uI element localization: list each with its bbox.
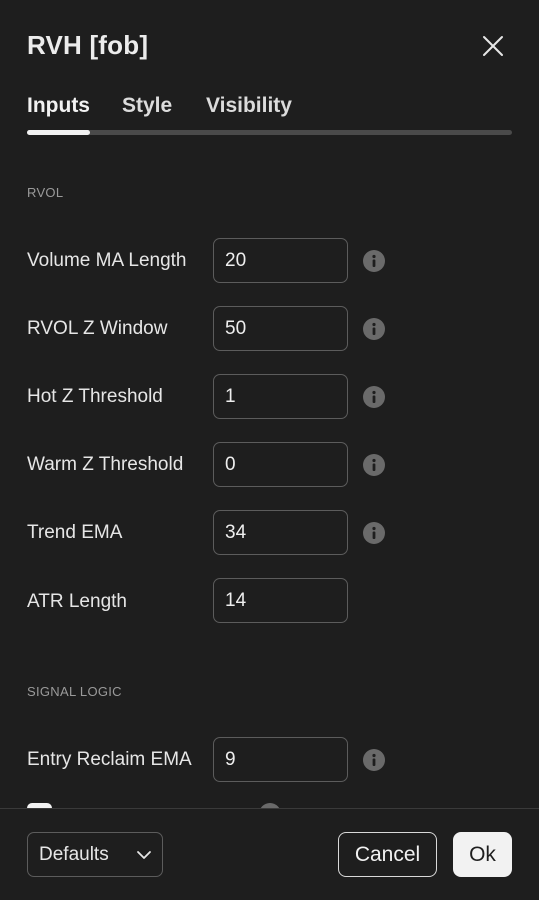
warm-z-threshold-input-box — [213, 442, 348, 487]
tab-track — [27, 130, 512, 135]
row-label-rvol-z-window: RVOL Z Window — [27, 318, 168, 339]
entry-reclaim-ema-input[interactable] — [214, 738, 347, 781]
defaults-dropdown[interactable]: Defaults — [27, 832, 163, 877]
info-icon[interactable] — [363, 250, 385, 272]
dialog-title: RVH [fob] — [27, 30, 149, 60]
indicator-settings-dialog: RVH [fob] Inputs Style Visibility RVOL V… — [0, 0, 539, 900]
rvol-z-window-input-box — [213, 306, 348, 351]
row-label-entry-reclaim-ema: Entry Reclaim EMA — [27, 749, 192, 770]
tab-visibility[interactable]: Visibility — [206, 94, 292, 118]
row-label-warm-z-threshold: Warm Z Threshold — [27, 454, 184, 475]
row-label-trend-ema: Trend EMA — [27, 522, 123, 543]
volume-ma-length-input-box — [213, 238, 348, 283]
active-tab-indicator — [27, 130, 90, 135]
trend-ema-input[interactable] — [214, 511, 347, 554]
atr-length-input[interactable] — [214, 579, 347, 622]
ok-button[interactable]: Ok — [453, 832, 512, 877]
info-icon[interactable] — [363, 522, 385, 544]
hot-z-threshold-input[interactable] — [214, 375, 347, 418]
row-label-hot-z-threshold: Hot Z Threshold — [27, 386, 163, 407]
hot-z-threshold-input-box — [213, 374, 348, 419]
close-icon — [483, 36, 503, 56]
tab-style[interactable]: Style — [122, 94, 172, 118]
info-icon[interactable] — [363, 749, 385, 771]
atr-length-input-box — [213, 578, 348, 623]
cancel-button[interactable]: Cancel — [338, 832, 437, 877]
info-icon[interactable] — [363, 318, 385, 340]
section-header-rvol: RVOL — [27, 185, 64, 200]
row-label-volume-ma-length: Volume MA Length — [27, 250, 187, 271]
entry-reclaim-ema-input-box — [213, 737, 348, 782]
chevron-down-icon — [137, 851, 151, 859]
info-icon[interactable] — [363, 386, 385, 408]
close-button[interactable] — [478, 31, 508, 61]
volume-ma-length-input[interactable] — [214, 239, 347, 282]
row-label-atr-length: ATR Length — [27, 591, 127, 612]
trend-ema-input-box — [213, 510, 348, 555]
defaults-label: Defaults — [39, 844, 109, 865]
rvol-z-window-input[interactable] — [214, 307, 347, 350]
section-header-signal-logic: SIGNAL LOGIC — [27, 684, 122, 699]
warm-z-threshold-input[interactable] — [214, 443, 347, 486]
info-icon[interactable] — [363, 454, 385, 476]
tab-inputs[interactable]: Inputs — [27, 94, 90, 118]
